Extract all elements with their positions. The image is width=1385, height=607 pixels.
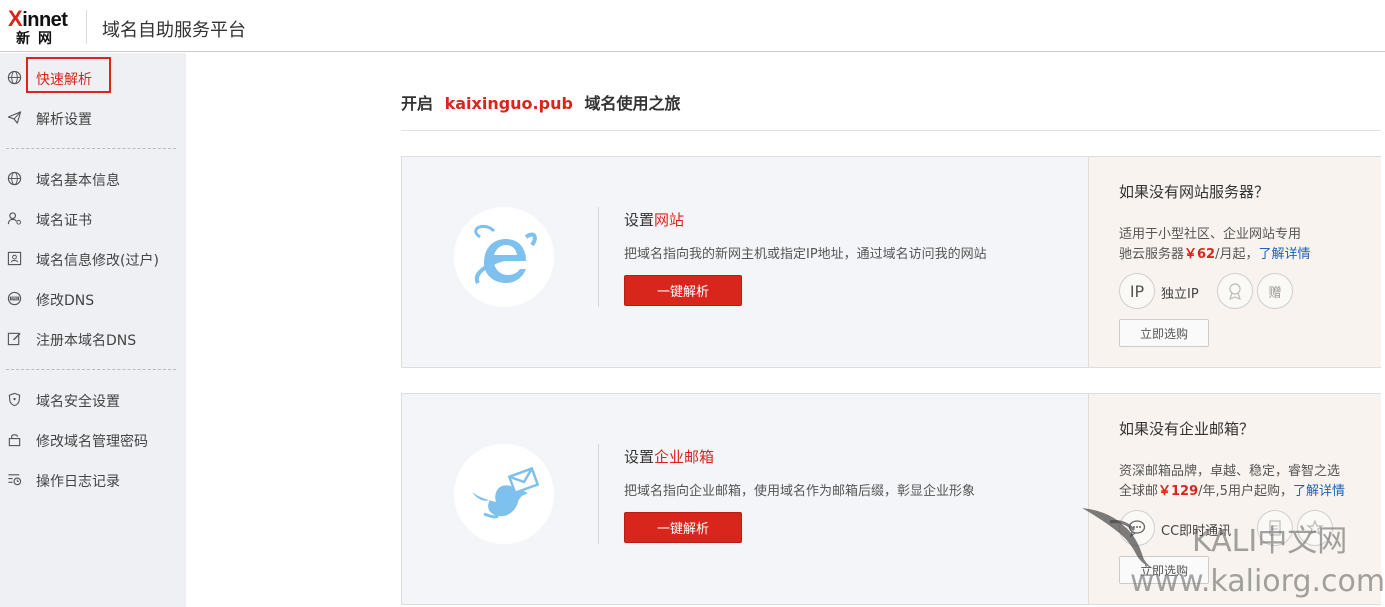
bird-mail-icon xyxy=(472,466,540,519)
log-list-icon xyxy=(8,474,22,486)
promo-price-line: 驰云服务器￥62/月起，了解详情 xyxy=(1119,247,1311,262)
sidebar-item-label: 域名信息修改(过户) xyxy=(36,253,159,269)
sidebar-divider xyxy=(6,369,176,370)
email-card: 设置企业邮箱 把域名指向企业邮箱，使用域名作为邮箱后缀，彰显企业形象 一键解析 … xyxy=(401,393,1381,605)
sidebar-item-label: 注册本域名DNS xyxy=(36,333,137,349)
badge-label: CC即时通讯 xyxy=(1161,524,1232,539)
user-certificate-icon xyxy=(7,212,22,225)
sidebar-item-label: 操作日志记录 xyxy=(36,474,120,490)
paper-plane-icon xyxy=(7,111,22,124)
dns-icon: DNS xyxy=(7,291,22,306)
sidebar-item-label: 域名证书 xyxy=(36,213,92,229)
id-card-icon xyxy=(7,251,22,266)
quick-resolve-email-button[interactable]: 一键解析 xyxy=(624,512,742,543)
logo-chinese: 新网 xyxy=(16,31,60,47)
sidebar-item-domain-certificate[interactable]: 域名证书 xyxy=(0,205,186,233)
edit-icon xyxy=(7,332,21,346)
title-divider xyxy=(401,130,1381,131)
sidebar-item-label: 快速解析 xyxy=(36,72,92,88)
promo-line: 资深邮箱品牌，卓越、稳定，睿智之选 xyxy=(1119,464,1341,479)
email-promo-panel: 如果没有企业邮箱？ 资深邮箱品牌，卓越、稳定，睿智之选 全球邮￥129/年,5用… xyxy=(1088,394,1381,604)
bird-mail-icon-circle xyxy=(454,444,554,544)
badge-label: 独立IP xyxy=(1161,287,1199,302)
sidebar-item-domain-security[interactable]: 域名安全设置 xyxy=(0,386,186,414)
globe-icon xyxy=(7,171,22,186)
quick-resolve-website-button[interactable]: 一键解析 xyxy=(624,275,742,306)
title-suffix: 域名使用之旅 xyxy=(584,94,681,113)
card-title: 设置企业邮箱 xyxy=(624,448,715,466)
promo-title: 如果没有企业邮箱？ xyxy=(1119,420,1255,438)
card-divider xyxy=(598,207,599,307)
title-prefix: 开启 xyxy=(401,94,434,113)
sidebar-item-operation-log[interactable]: 操作日志记录 xyxy=(0,466,186,494)
card-description: 把域名指向企业邮箱，使用域名作为邮箱后缀，彰显企业形象 xyxy=(624,484,976,499)
promo-title: 如果没有网站服务器？ xyxy=(1119,183,1270,201)
sidebar-item-domain-info[interactable]: 域名基本信息 xyxy=(0,165,186,193)
sidebar-divider xyxy=(6,148,176,149)
ip-badge-icon: IP xyxy=(1119,273,1155,309)
sidebar: 快速解析 解析设置 域名基本信息 域名证书 域名信息修改(过户) DNS 修改D… xyxy=(0,53,186,607)
sidebar-item-label: 域名基本信息 xyxy=(36,173,120,189)
sidebar-item-label: 修改域名管理密码 xyxy=(36,434,148,450)
ie-browser-icon-circle xyxy=(454,207,554,307)
buy-email-button[interactable]: 立即选购 xyxy=(1119,556,1209,584)
ie-browser-icon xyxy=(474,224,537,285)
header-divider xyxy=(86,10,87,44)
sidebar-item-domain-info-modify[interactable]: 域名信息修改(过户) xyxy=(0,245,186,273)
promo-line: 适用于小型社区、企业网站专用 xyxy=(1119,227,1302,242)
award-icon xyxy=(1217,273,1253,309)
buy-server-button[interactable]: 立即选购 xyxy=(1119,319,1209,347)
learn-more-link[interactable]: 了解详情 xyxy=(1259,247,1311,262)
xinnet-logo[interactable]: Xinnet 新网 xyxy=(8,6,78,47)
chat-icon xyxy=(1119,510,1155,546)
price: ￥62 xyxy=(1184,247,1216,262)
top-header: Xinnet 新网 域名自助服务平台 xyxy=(0,0,1385,52)
domain-name: kaixinguo.pub xyxy=(444,94,573,113)
globe-icon xyxy=(7,70,22,85)
file-icon xyxy=(1257,510,1293,546)
sidebar-item-register-dns[interactable]: 注册本域名DNS xyxy=(0,325,186,353)
sidebar-item-modify-password[interactable]: 修改域名管理密码 xyxy=(0,426,186,454)
gift-badge-icon: 赠 xyxy=(1257,273,1293,309)
sidebar-item-quick-resolve[interactable]: 快速解析 xyxy=(0,64,186,92)
sidebar-item-label: 域名安全设置 xyxy=(36,394,120,410)
sidebar-item-resolve-settings[interactable]: 解析设置 xyxy=(0,104,186,132)
server-promo-panel: 如果没有网站服务器？ 适用于小型社区、企业网站专用 驰云服务器￥62/月起，了解… xyxy=(1088,157,1381,367)
svg-text:DNS: DNS xyxy=(11,297,18,301)
lock-icon xyxy=(8,434,21,447)
sidebar-item-label: 解析设置 xyxy=(36,112,92,128)
promo-price-line: 全球邮￥129/年,5用户起购，了解详情 xyxy=(1119,484,1345,499)
sidebar-item-modify-dns[interactable]: DNS 修改DNS xyxy=(0,285,186,313)
price: ￥129 xyxy=(1158,484,1199,499)
card-title: 设置网站 xyxy=(624,211,685,229)
shield-icon xyxy=(8,392,21,407)
page-title: 开启 kaixinguo.pub 域名使用之旅 xyxy=(401,90,681,114)
star-icon xyxy=(1297,510,1333,546)
learn-more-link[interactable]: 了解详情 xyxy=(1293,484,1345,499)
website-card: 设置网站 把域名指向我的新网主机或指定IP地址，通过域名访问我的网站 一键解析 … xyxy=(401,156,1381,368)
platform-title: 域名自助服务平台 xyxy=(102,20,246,41)
card-description: 把域名指向我的新网主机或指定IP地址，通过域名访问我的网站 xyxy=(624,247,987,262)
sidebar-item-label: 修改DNS xyxy=(36,293,95,309)
card-divider xyxy=(598,444,599,544)
